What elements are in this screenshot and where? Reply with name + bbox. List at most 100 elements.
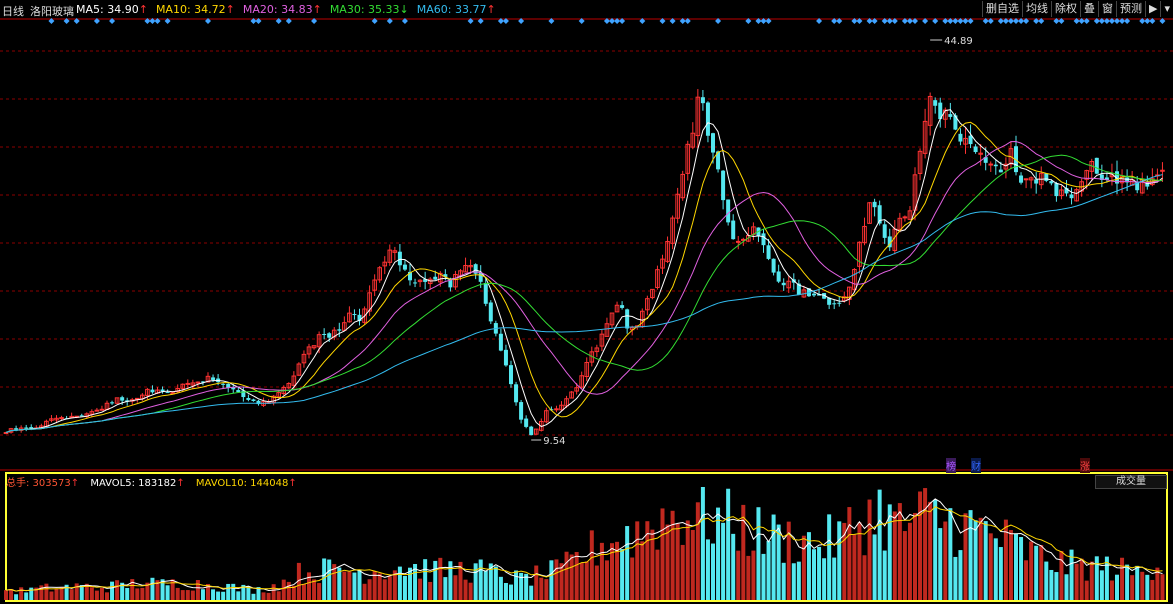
candle-body: [993, 164, 998, 167]
volume-bar: [1008, 530, 1013, 600]
candle-body: [498, 333, 503, 351]
volume-bar: [200, 589, 205, 600]
volume-bar: [1064, 574, 1069, 600]
candle-body: [1044, 173, 1049, 181]
volume-bar: [367, 579, 372, 600]
volume-bar: [1150, 579, 1155, 600]
candle-body: [711, 133, 715, 153]
volume-bar: [791, 563, 796, 600]
volume-bar: [882, 550, 887, 600]
marker-cai[interactable]: 财: [971, 458, 981, 473]
candle-body: [721, 170, 726, 201]
volume-bar: [180, 590, 185, 600]
volume-bar: [19, 587, 24, 600]
volume-bar: [4, 590, 8, 600]
volume-bar: [963, 513, 968, 600]
candle-body: [1069, 194, 1074, 199]
volume-bar: [923, 488, 928, 600]
volume-bar: [655, 549, 660, 600]
volume-bar: [604, 560, 609, 600]
volume-bar: [1130, 575, 1135, 600]
volume-bar: [1074, 563, 1079, 600]
candle-body: [397, 251, 402, 266]
candle-body: [948, 114, 953, 117]
volume-bar: [453, 575, 458, 600]
candle-body: [766, 245, 771, 259]
volume-bar: [352, 572, 357, 600]
volume-bar: [554, 559, 559, 600]
volume-bar: [402, 575, 407, 600]
candle-body: [14, 428, 19, 430]
candle-body: [221, 383, 226, 385]
volume-bar: [988, 533, 993, 600]
volume-bar: [59, 587, 64, 600]
low-annotation-label: 9.54: [543, 436, 565, 447]
volume-bar: [342, 571, 347, 600]
volume-bar: [226, 583, 231, 600]
volume-bar: [539, 577, 544, 600]
ma5-line: [5, 109, 1163, 433]
volume-bar: [756, 507, 761, 600]
candle-body: [837, 302, 842, 304]
marker-bang[interactable]: 榜: [946, 458, 956, 473]
volume-bar: [524, 573, 529, 600]
volume-bar: [877, 489, 882, 600]
volume-bar: [185, 590, 190, 600]
volume-bar: [387, 576, 392, 600]
volume-bar: [347, 571, 352, 600]
volume-bar: [695, 502, 700, 600]
volume-bar: [190, 590, 195, 600]
candle-body: [483, 283, 488, 304]
volume-bar: [796, 561, 801, 600]
volume-bar: [327, 559, 332, 600]
volume-bar: [1044, 561, 1049, 600]
volume-bar: [569, 554, 574, 600]
volume-bar: [867, 499, 872, 600]
volume-bar: [312, 579, 317, 600]
candle-body: [958, 133, 963, 142]
volume-bar: [135, 588, 140, 600]
volume-bar: [751, 550, 756, 600]
volume-bar: [953, 556, 958, 600]
volume-bar: [781, 562, 786, 600]
candle-body: [413, 282, 418, 284]
volume-bar: [599, 542, 604, 600]
volume-bar: [1039, 545, 1044, 600]
volume-bar: [322, 558, 327, 600]
volume-bar: [89, 587, 94, 600]
volume-bar: [99, 587, 104, 600]
volume-bar: [620, 549, 625, 600]
candle-body: [1094, 157, 1099, 174]
volume-bar: [483, 570, 488, 600]
candle-body: [94, 409, 100, 412]
volume-bar: [195, 580, 200, 600]
candle-body: [24, 427, 29, 429]
price-volume-chart[interactable]: 44.89 9.54: [0, 0, 1173, 604]
candle-body: [519, 402, 524, 420]
volume-bar: [271, 584, 276, 600]
volume-bar: [1089, 561, 1094, 600]
volume-bar: [509, 584, 513, 600]
volume-bar: [983, 521, 988, 600]
volume-bar: [216, 591, 221, 600]
volume-bar: [827, 514, 832, 600]
volume-bar: [1094, 556, 1099, 600]
candle-body: [781, 282, 786, 286]
volume-bar: [357, 569, 362, 600]
volume-bar: [1049, 569, 1054, 600]
candle-body: [776, 271, 781, 282]
volume-bar: [993, 538, 998, 600]
volume-bar: [610, 543, 614, 600]
volume-bar: [463, 579, 468, 600]
marker-zhang-label: 涨: [1080, 462, 1090, 473]
volume-bar: [1135, 565, 1140, 600]
volume-indicator-button[interactable]: 成交量: [1095, 475, 1167, 489]
candle-body: [735, 240, 741, 243]
volume-bar: [14, 594, 19, 600]
volume-bar: [69, 589, 74, 600]
marker-zhang[interactable]: 涨: [1080, 458, 1090, 473]
candle-body: [524, 418, 529, 427]
ma60-line: [5, 174, 1163, 433]
volume-bar: [74, 583, 79, 600]
marker-bang-label: 榜: [946, 462, 956, 473]
